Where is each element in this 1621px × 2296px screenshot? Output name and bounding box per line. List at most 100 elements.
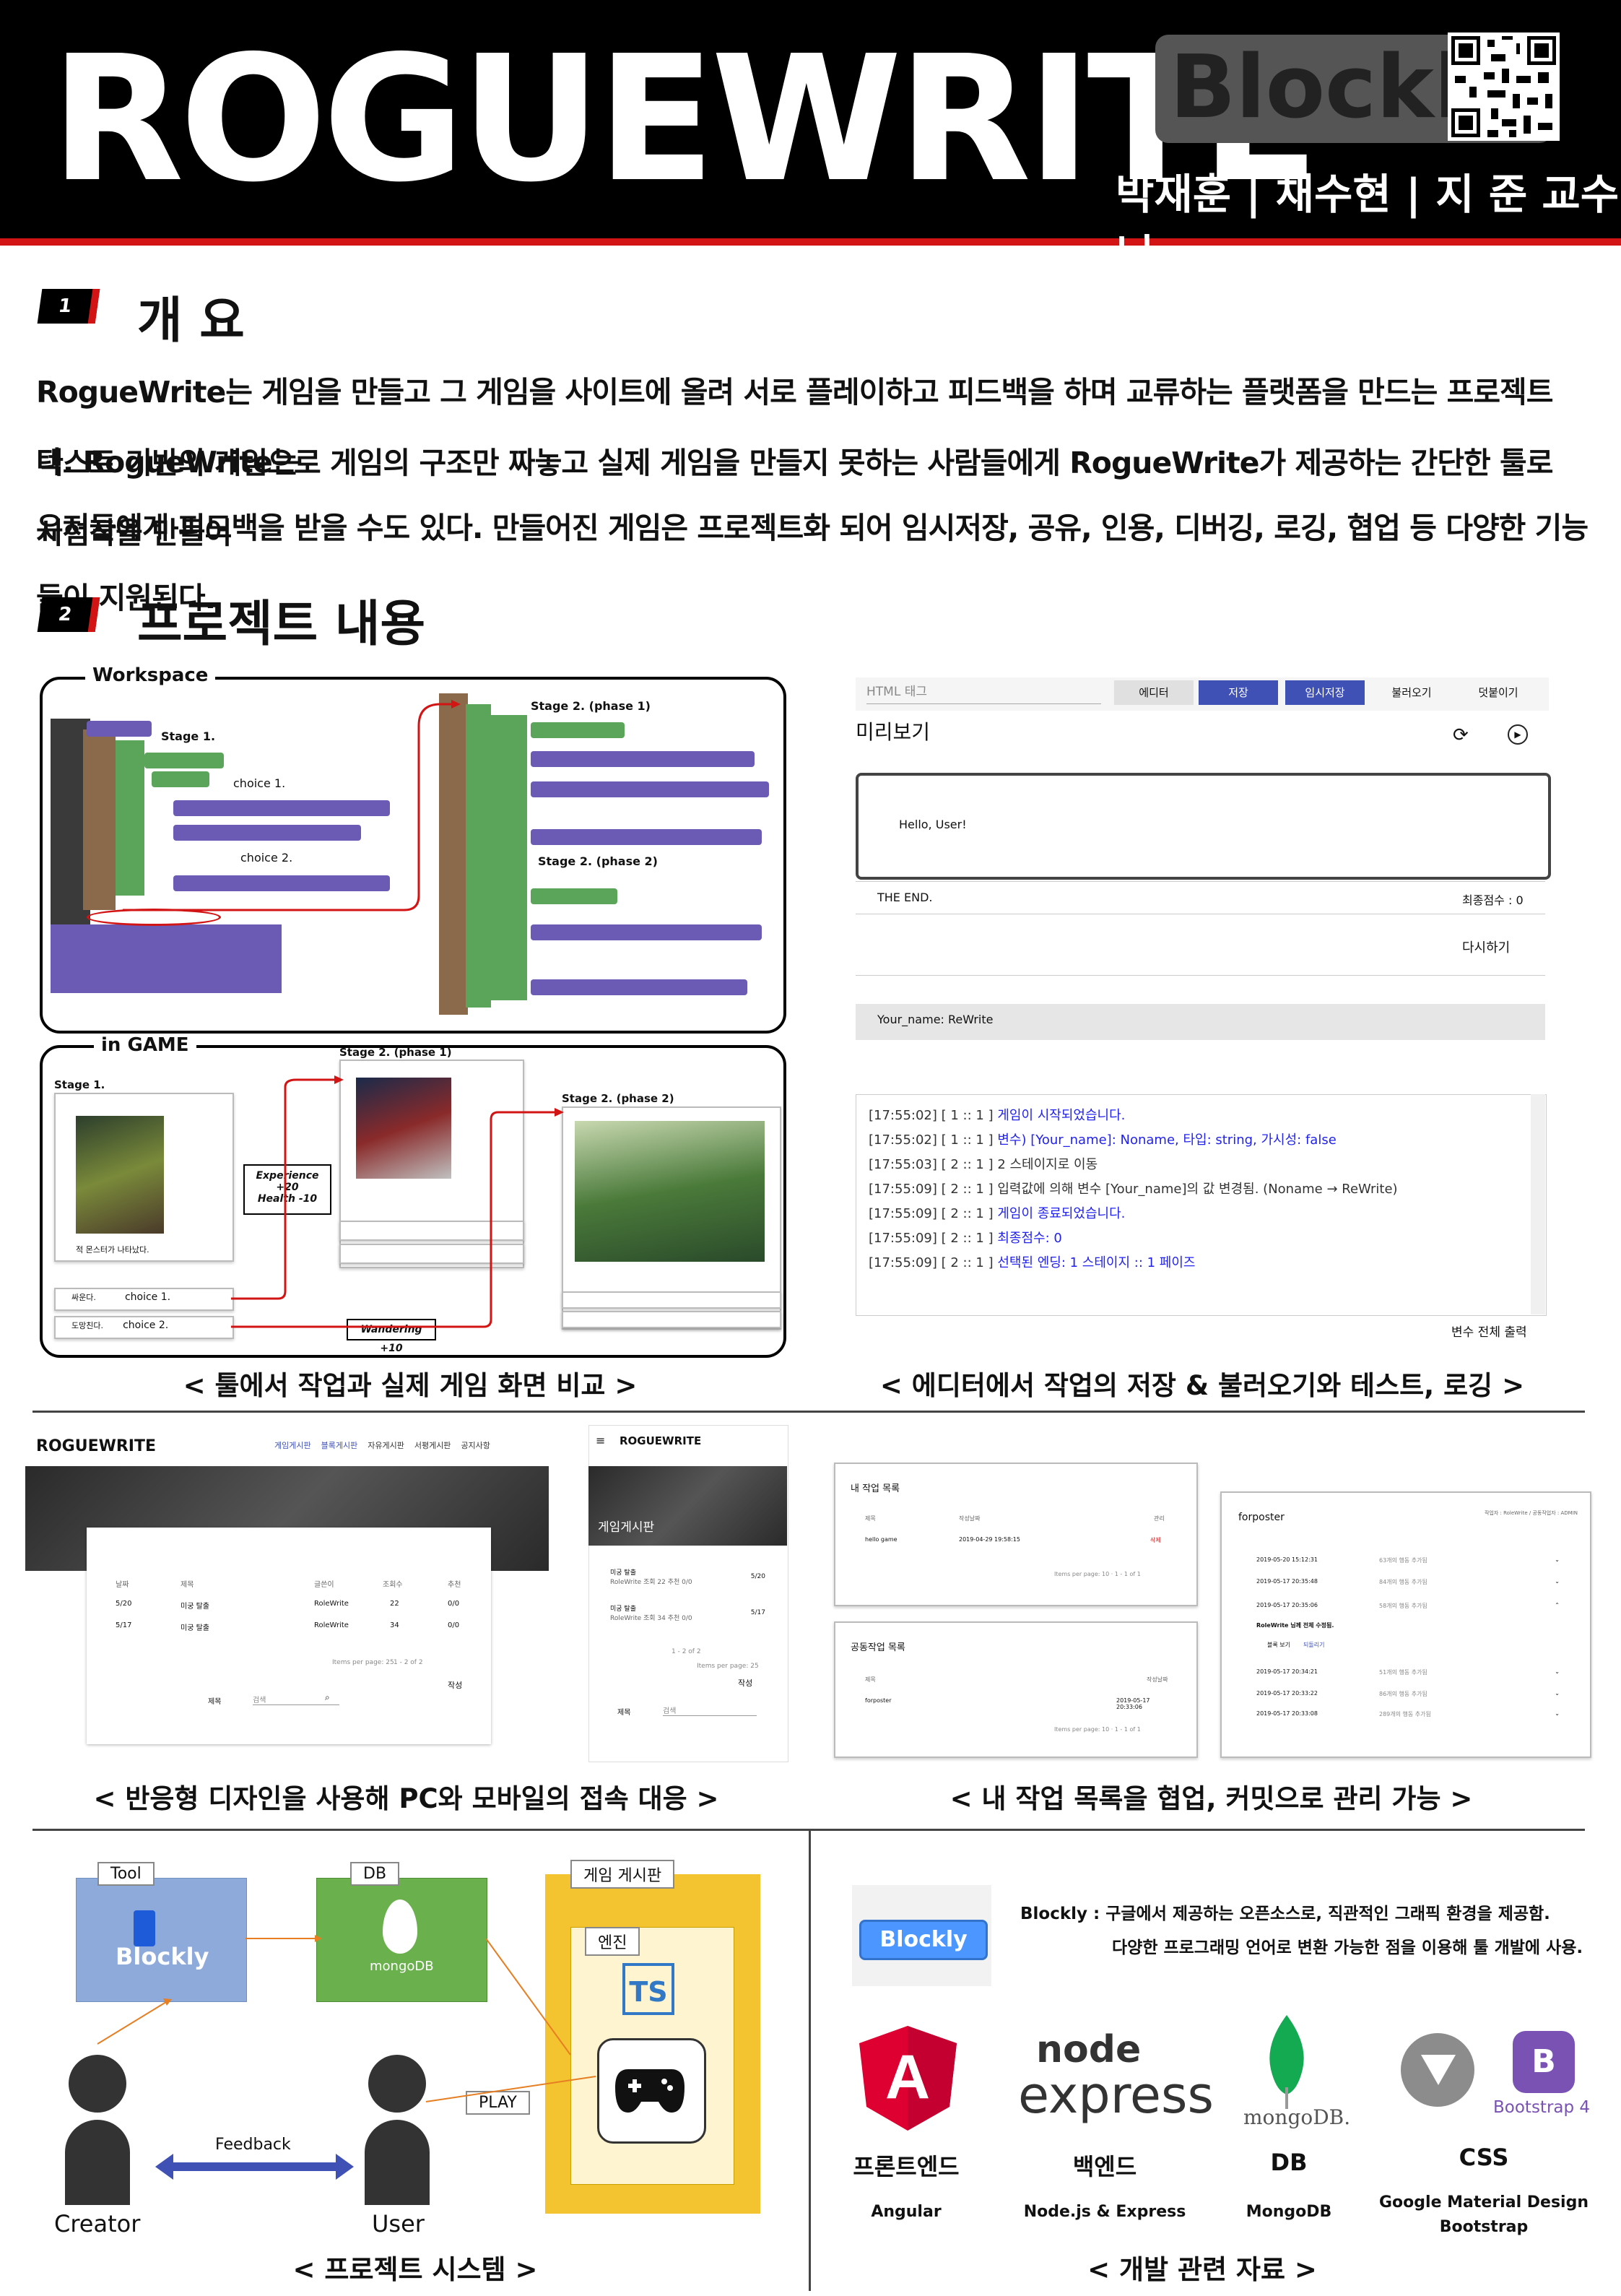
choice-1-button[interactable]: 싸운다. choice 1. xyxy=(54,1288,234,1311)
bootstrap-wordmark: Bootstrap 4 xyxy=(1493,2098,1591,2117)
pc-items-per-page[interactable]: Items per page: 25 xyxy=(332,1659,394,1666)
hamburger-icon[interactable]: ≡ xyxy=(596,1434,605,1447)
commit-row[interactable]: 2019-05-20 15:12:31 63개의 행동 추가됨 ⌄ xyxy=(1256,1556,1560,1564)
preview-hello: Hello, User! xyxy=(899,818,967,831)
log-line: [17:55:09] [ 2 :: 1 ] 선택된 엔딩: 1 스테이지 :: … xyxy=(869,1255,1196,1270)
monster-image xyxy=(76,1116,164,1234)
view-blocks-button[interactable]: 블록 보기 xyxy=(1267,1641,1290,1649)
workspace-label: Workspace xyxy=(85,664,216,686)
mobile-logo: ROGUEWRITE xyxy=(620,1434,702,1447)
block-variables[interactable] xyxy=(51,924,282,993)
choice-2-button[interactable]: 도망친다. choice 2. xyxy=(54,1316,234,1339)
load-button[interactable]: 불러오기 xyxy=(1372,680,1451,705)
block-p2-var-b[interactable] xyxy=(531,979,747,995)
html-tag-input[interactable]: HTML 태그 xyxy=(866,680,1101,704)
block-p1-text[interactable] xyxy=(531,722,625,738)
mongodb-icon xyxy=(1269,2015,1304,2109)
commit-row[interactable]: 2019-05-17 20:33:08 289개의 행동 추가됨 ⌄ xyxy=(1256,1710,1560,1717)
pc-board-title: 게임게시판 xyxy=(90,1527,154,1543)
block-p2-var-a[interactable] xyxy=(531,924,762,940)
node-logo: node xyxy=(1036,2028,1142,2071)
shared-work-pager: Items per page: 10 · 1 - 1 of 1 xyxy=(1054,1726,1141,1733)
commit-project-meta: 작업자 : RoleWrite / 공동작업자 : ADMIN xyxy=(1484,1510,1578,1516)
section-number-2: 2 xyxy=(37,597,100,632)
qr-code[interactable] xyxy=(1448,33,1560,141)
bootstrap-icon: B xyxy=(1513,2031,1575,2093)
p2-option-1[interactable] xyxy=(562,1291,781,1309)
log-list: [17:55:02] [ 1 :: 1 ] 게임이 시작되었습니다. [17:5… xyxy=(869,1104,1398,1275)
the-end-text: THE END. xyxy=(877,891,933,904)
caption-editor: < 에디터에서 작업의 저장 & 불러오기와 테스트, 로깅 > xyxy=(879,1370,1525,1401)
frontend-sub: Angular xyxy=(871,2203,942,2221)
caption-tool-vs-game: < 툴에서 작업과 실제 게임 화면 비교 > xyxy=(183,1370,638,1401)
editor-button[interactable]: 에디터 xyxy=(1114,680,1194,705)
nav-game[interactable]: 게임게시판 xyxy=(274,1441,311,1450)
pc-pager: 1 - 2 of 2 xyxy=(394,1659,423,1666)
list-item[interactable]: 미궁 탈출 RoleWrite 조회 22 추천 0/0 5/20 xyxy=(610,1567,765,1586)
commit-row-expanded[interactable]: 2019-05-17 20:35:06 58개의 행동 추가됨 ⌃ xyxy=(1256,1602,1560,1609)
search-icon[interactable]: ⌕ xyxy=(325,1692,330,1703)
divider-3 xyxy=(856,975,1545,976)
css-sub: Google Material Design Bootstrap xyxy=(1379,2193,1589,2236)
my-work-title: 내 작업 목록 xyxy=(851,1483,900,1494)
nav-block[interactable]: 블록게시판 xyxy=(321,1441,358,1450)
ingame-stage-2-p2: Stage 2. (phase 2) xyxy=(562,1092,674,1105)
block-p1-var-a[interactable] xyxy=(531,751,755,767)
pc-write-button[interactable]: 작성 xyxy=(448,1679,462,1691)
play-icon[interactable]: ▶ xyxy=(1508,724,1528,745)
commit-row[interactable]: 2019-05-17 20:35:48 84개의 행동 추가됨 ⌄ xyxy=(1256,1578,1560,1585)
append-button[interactable]: 덧붙이기 xyxy=(1459,680,1538,705)
block-p2-text[interactable] xyxy=(531,888,617,904)
nav-review[interactable]: 서평게시판 xyxy=(414,1441,451,1450)
log-line: [17:55:09] [ 2 :: 1 ] 게임이 종료되었습니다. xyxy=(869,1206,1126,1221)
preview-title: 미리보기 xyxy=(856,720,931,744)
p2-option-2[interactable] xyxy=(562,1311,781,1328)
workspace-stage-2-p1: Stage 2. (phase 1) xyxy=(531,699,651,713)
backend-sub: Node.js & Express xyxy=(1023,2203,1186,2221)
pc-nav: 게임게시판 블록게시판 자유게시판 서평게시판 공지사항 xyxy=(274,1439,490,1451)
choice-2-label: choice 2. xyxy=(123,1320,169,1331)
ingame-label: in GAME xyxy=(94,1034,196,1056)
list-item[interactable]: 미궁 탈출 RoleWrite 조회 34 추천 0/0 5/17 xyxy=(610,1603,765,1622)
pc-board-card xyxy=(87,1528,491,1744)
block-p1-var-c[interactable] xyxy=(531,829,762,845)
refresh-icon[interactable]: ⟳ xyxy=(1453,724,1469,746)
temp-save-button[interactable]: 임시저장 xyxy=(1285,680,1365,705)
block-phases[interactable] xyxy=(466,704,491,1008)
choice-1-label: choice 1. xyxy=(124,1291,171,1303)
section-divider-1 xyxy=(32,1411,1585,1413)
caption-system: < 프로젝트 시스템 > xyxy=(292,2254,538,2285)
mobile-search-select[interactable]: 제목 xyxy=(617,1706,630,1717)
backend-label: 백엔드 xyxy=(1072,2153,1137,2180)
save-button[interactable]: 저장 xyxy=(1199,680,1278,705)
commit-row[interactable]: 2019-05-17 20:33:22 86개의 행동 추가됨 ⌄ xyxy=(1256,1690,1560,1697)
mobile-board-title: 게임게시판 xyxy=(598,1520,655,1535)
blockly-logo: Blockly xyxy=(859,1920,988,1960)
revert-button[interactable]: 되돌리기 xyxy=(1303,1641,1324,1649)
pc-logo: ROGUEWRITE xyxy=(36,1437,157,1455)
block-phase-content[interactable] xyxy=(491,715,527,1000)
nav-notice[interactable]: 공지사항 xyxy=(461,1441,490,1450)
nav-free[interactable]: 자유게시판 xyxy=(368,1441,404,1450)
commit-row[interactable]: 2019-05-17 20:34:21 51개의 행동 추가됨 ⌄ xyxy=(1256,1668,1560,1676)
mobile-search-input[interactable]: 검색 xyxy=(663,1704,757,1716)
mobile-items-per-page[interactable]: Items per page: 25 xyxy=(697,1663,759,1670)
css-label: CSS xyxy=(1459,2144,1509,2171)
mobile-write-button[interactable]: 작성 xyxy=(738,1677,752,1689)
pc-search-select[interactable]: 제목 xyxy=(208,1695,221,1706)
choice-1-pre: 싸운다. xyxy=(71,1293,96,1302)
blockly-desc-2: 다양한 프로그래밍 언어로 변환 가능한 점을 이용해 툴 개발에 사용. xyxy=(1112,1938,1583,1957)
section-title-content: 프로젝트 내용 xyxy=(137,596,426,653)
frontend-label: 프론트엔드 xyxy=(853,2153,960,2180)
log-scrollbar[interactable] xyxy=(1531,1094,1545,1314)
workspace-stage-2-p2: Stage 2. (phase 2) xyxy=(538,854,658,868)
db-label: DB xyxy=(1270,2149,1308,2176)
final-score: 최종점수 : 0 xyxy=(1462,893,1524,907)
divider-1 xyxy=(856,881,1545,882)
print-all-vars-button[interactable]: 변수 전체 출력 xyxy=(1451,1322,1527,1340)
caption-responsive: < 반응형 디자인을 사용해 PC와 모바일의 접속 대응 > xyxy=(93,1783,719,1814)
stage-1-text: 적 몬스터가 나타났다. xyxy=(76,1245,149,1255)
commit-detail: RoleWrite 님께 전체 수정됨. xyxy=(1256,1622,1334,1629)
retry-button[interactable]: 다시하기 xyxy=(1462,937,1510,956)
block-p1-var-b[interactable] xyxy=(531,781,769,797)
